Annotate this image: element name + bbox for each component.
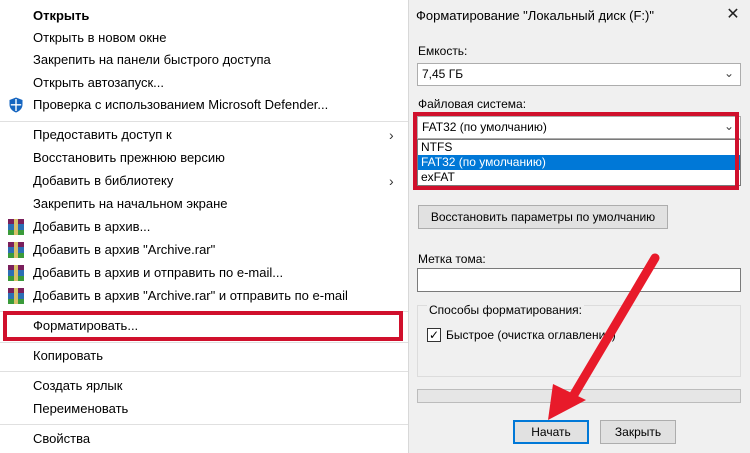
red-arrow-annotation [548,253,660,420]
